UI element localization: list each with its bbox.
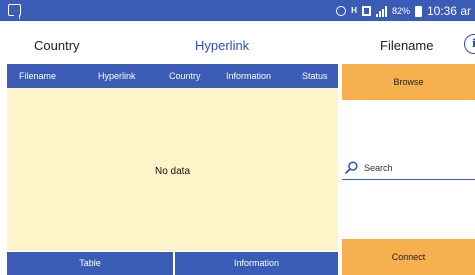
screen-icon <box>361 6 371 16</box>
status-icons: H 82% 10:36 ar <box>336 3 471 19</box>
column-header-status[interactable]: Status <box>302 71 328 81</box>
connect-button[interactable]: Connect <box>342 239 475 275</box>
header-hyperlink-link[interactable]: Hyperlink <box>195 38 249 53</box>
empty-state-text: No data <box>154 166 191 177</box>
column-header-country[interactable]: Country <box>169 71 201 81</box>
status-bar: H 82% 10:36 ar <box>0 0 475 21</box>
info-icon[interactable]: i <box>464 34 475 54</box>
column-header-information[interactable]: Information <box>226 71 271 81</box>
battery-icon <box>414 5 422 17</box>
notification-icon <box>8 4 21 19</box>
table-body: No data <box>7 88 338 251</box>
search-placeholder: Search <box>364 163 393 173</box>
network-type-label: H <box>351 6 357 15</box>
column-header-filename[interactable]: Filename <box>19 71 56 81</box>
app-screen: H 82% 10:36 ar Country Hyperlink Filenam… <box>0 0 475 275</box>
clock: 10:36 ar <box>426 4 471 18</box>
signal-icon <box>375 5 387 17</box>
tab-information[interactable]: Information <box>175 252 338 275</box>
search-field[interactable]: Search <box>342 160 475 180</box>
table-header: Filename Hyperlink Country Information S… <box>7 64 338 88</box>
search-icon <box>345 161 358 174</box>
header-filename-label: Filename <box>380 38 434 53</box>
header-country-label: Country <box>34 38 80 53</box>
alarm-icon <box>336 6 347 16</box>
browse-button[interactable]: Browse <box>342 64 475 100</box>
battery-percent: 82% <box>391 6 410 16</box>
column-header-hyperlink[interactable]: Hyperlink <box>98 71 136 81</box>
tab-table[interactable]: Table <box>7 252 173 275</box>
